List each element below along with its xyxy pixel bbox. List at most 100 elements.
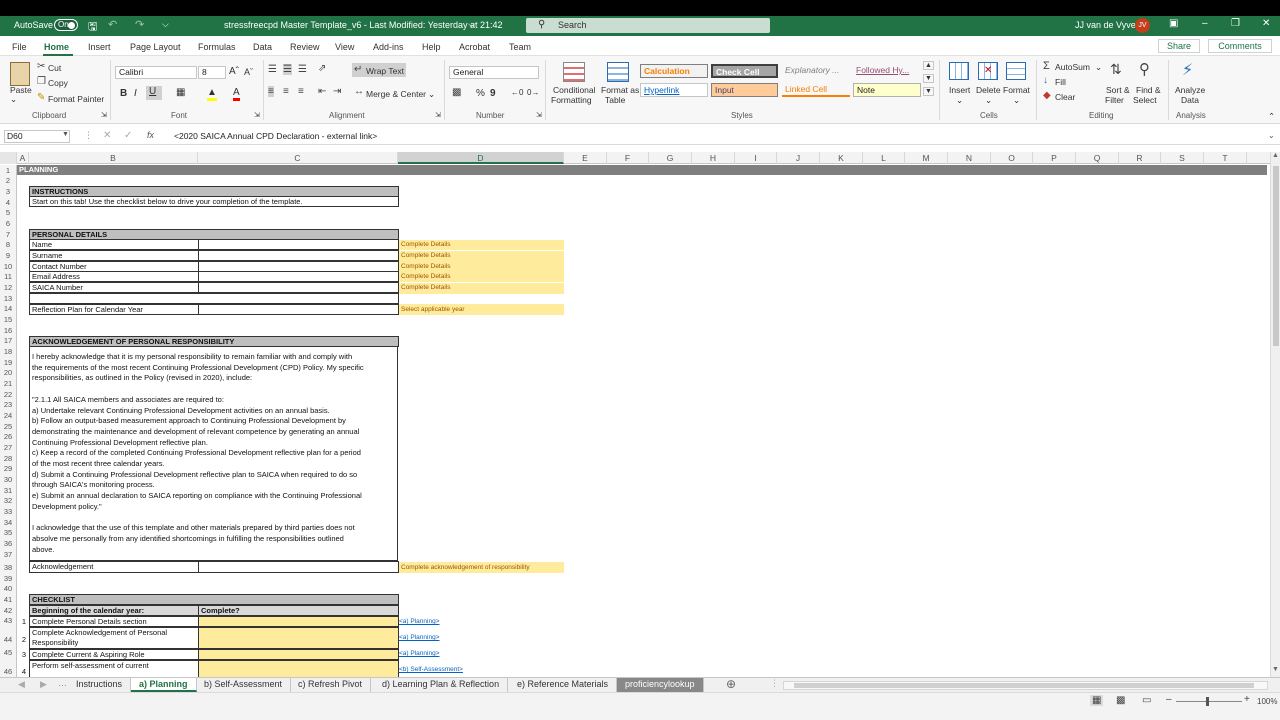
styles-more-icon[interactable]: ▼ — [923, 87, 934, 96]
email-input[interactable] — [198, 271, 399, 282]
clipboard-launcher-icon[interactable]: ⇲ — [101, 111, 107, 119]
insert-cells-icon[interactable] — [949, 62, 969, 80]
underline-icon[interactable]: U — [146, 86, 162, 100]
checklist-item[interactable]: Complete Acknowledgement of Personal Res… — [29, 627, 199, 649]
zoom-slider-thumb[interactable] — [1206, 697, 1209, 706]
analyze-data-icon[interactable]: ⚡ — [1182, 60, 1193, 80]
row-header[interactable]: 8 — [0, 240, 16, 249]
checklist-complete-input[interactable] — [198, 616, 399, 627]
find-select-label2[interactable]: Select — [1133, 95, 1157, 105]
row-header[interactable]: 25 — [0, 422, 16, 431]
format-chevron-down-icon[interactable]: ⌄ — [1013, 95, 1020, 106]
style-explanatory[interactable]: Explanatory ... — [782, 64, 850, 78]
style-hyperlink[interactable]: Hyperlink — [640, 83, 708, 97]
alignment-launcher-icon[interactable]: ⇲ — [435, 111, 441, 119]
style-linked-cell[interactable]: Linked Cell — [782, 83, 850, 97]
column-header-g[interactable]: G — [649, 152, 692, 164]
row-header[interactable]: 3 — [0, 187, 16, 196]
row-header[interactable]: 39 — [0, 574, 16, 583]
column-header-f[interactable]: F — [607, 152, 649, 164]
row-header[interactable]: 1 — [0, 166, 16, 175]
field-label-acknowledgement[interactable]: Acknowledgement — [29, 561, 199, 573]
row-header[interactable]: 13 — [0, 294, 16, 303]
insert-button[interactable]: Insert — [949, 85, 970, 95]
find-select-icon[interactable]: ⚲ — [1139, 60, 1150, 78]
column-header-j[interactable]: J — [777, 152, 820, 164]
row-header[interactable]: 37 — [0, 550, 16, 559]
checklist-item[interactable]: Complete Current & Aspiring Role — [29, 649, 199, 660]
font-launcher-icon[interactable]: ⇲ — [254, 111, 260, 119]
row-header[interactable]: 41 — [0, 595, 16, 604]
tab-file[interactable]: File — [12, 42, 27, 52]
font-color-icon[interactable]: A — [233, 87, 240, 101]
fill-button[interactable]: Fill — [1055, 77, 1066, 87]
column-header-r[interactable]: R — [1119, 152, 1161, 164]
align-left-icon[interactable]: ≡ — [268, 86, 274, 97]
sheet-tab-learning-plan[interactable]: d) Learning Plan & Reflection — [374, 678, 509, 692]
scroll-up-icon[interactable]: ▲ — [1272, 152, 1279, 159]
cut-button[interactable]: Cut — [48, 63, 61, 73]
column-header-k[interactable]: K — [820, 152, 863, 164]
column-header-o[interactable]: O — [991, 152, 1033, 164]
checklist-link[interactable]: <a) Planning> — [399, 618, 439, 625]
format-cells-icon[interactable] — [1006, 62, 1026, 80]
row-header[interactable]: 12 — [0, 283, 16, 292]
sort-filter-button[interactable]: Sort & — [1106, 85, 1130, 95]
font-size-select[interactable]: 8 — [198, 66, 226, 79]
row-header[interactable]: 35 — [0, 528, 16, 537]
row-header[interactable]: 27 — [0, 443, 16, 452]
conditional-formatting-button[interactable]: Conditional — [553, 85, 596, 95]
sheet-tab-refresh-pivot[interactable]: c) Refresh Pivot — [290, 678, 372, 692]
row-header[interactable]: 42 — [0, 606, 16, 615]
row-header[interactable]: 46 — [0, 667, 16, 676]
format-as-table-button[interactable]: Format as — [601, 85, 639, 95]
expand-formula-bar-icon[interactable]: ⌄ — [1268, 131, 1275, 140]
field-label-name[interactable]: Name — [29, 239, 199, 250]
row-header[interactable]: 40 — [0, 584, 16, 593]
autosave-toggle[interactable]: On — [54, 19, 78, 31]
more-sheets-icon[interactable]: … — [58, 678, 67, 688]
document-title[interactable]: stressfreecpd Master Template_v6 - Last … — [224, 20, 503, 30]
zoom-slider[interactable] — [1176, 701, 1242, 702]
row-header[interactable]: 33 — [0, 507, 16, 516]
conditional-formatting-label2[interactable]: Formatting — [551, 95, 592, 105]
row-header[interactable]: 45 — [0, 648, 16, 657]
surname-input[interactable] — [198, 250, 399, 261]
zoom-in-icon[interactable]: + — [1244, 694, 1250, 705]
row-header[interactable]: 32 — [0, 496, 16, 505]
merge-center-icon[interactable]: ↔ — [354, 86, 364, 97]
sort-filter-label2[interactable]: Filter — [1105, 95, 1124, 105]
page-layout-view-icon[interactable]: ▩ — [1116, 695, 1125, 706]
checklist-complete-input[interactable] — [198, 627, 399, 649]
column-header-d[interactable]: D — [398, 152, 564, 164]
column-header-b[interactable]: B — [29, 152, 198, 164]
zoom-out-icon[interactable]: – — [1166, 694, 1172, 705]
insert-chevron-down-icon[interactable]: ⌄ — [956, 95, 963, 106]
number-format-select[interactable]: General — [449, 66, 539, 79]
row-header[interactable]: 5 — [0, 208, 16, 217]
name-input[interactable] — [198, 239, 399, 250]
acknowledgement-input[interactable] — [198, 561, 399, 573]
comments-button[interactable]: Comments — [1208, 39, 1272, 53]
borders-icon[interactable]: ▦ — [176, 87, 185, 98]
analyze-data-label2[interactable]: Data — [1181, 95, 1199, 105]
customize-qat-icon[interactable]: ⌵ — [162, 19, 169, 30]
sheet-tab-reference-materials[interactable]: e) Reference Materials — [509, 678, 618, 692]
checklist-link[interactable]: <a) Planning> — [399, 634, 439, 641]
paste-icon[interactable] — [10, 62, 30, 86]
undo-icon[interactable]: ↶ — [108, 18, 117, 31]
column-header-h[interactable]: H — [692, 152, 735, 164]
comma-style-icon[interactable]: 9 — [490, 88, 496, 99]
horizontal-scrollbar[interactable] — [783, 681, 1268, 690]
row-header[interactable]: 2 — [0, 176, 16, 185]
column-header-a[interactable]: A — [17, 152, 29, 164]
tab-formulas[interactable]: Formulas — [198, 42, 236, 52]
row-header[interactable]: 28 — [0, 454, 16, 463]
format-painter-icon[interactable]: ✎ — [37, 92, 45, 103]
row-header[interactable]: 21 — [0, 379, 16, 388]
checklist-complete-input[interactable] — [198, 660, 399, 678]
tab-view[interactable]: View — [335, 42, 354, 52]
column-header-p[interactable]: P — [1033, 152, 1076, 164]
row-header[interactable]: 26 — [0, 432, 16, 441]
row-header[interactable]: 11 — [0, 272, 16, 281]
